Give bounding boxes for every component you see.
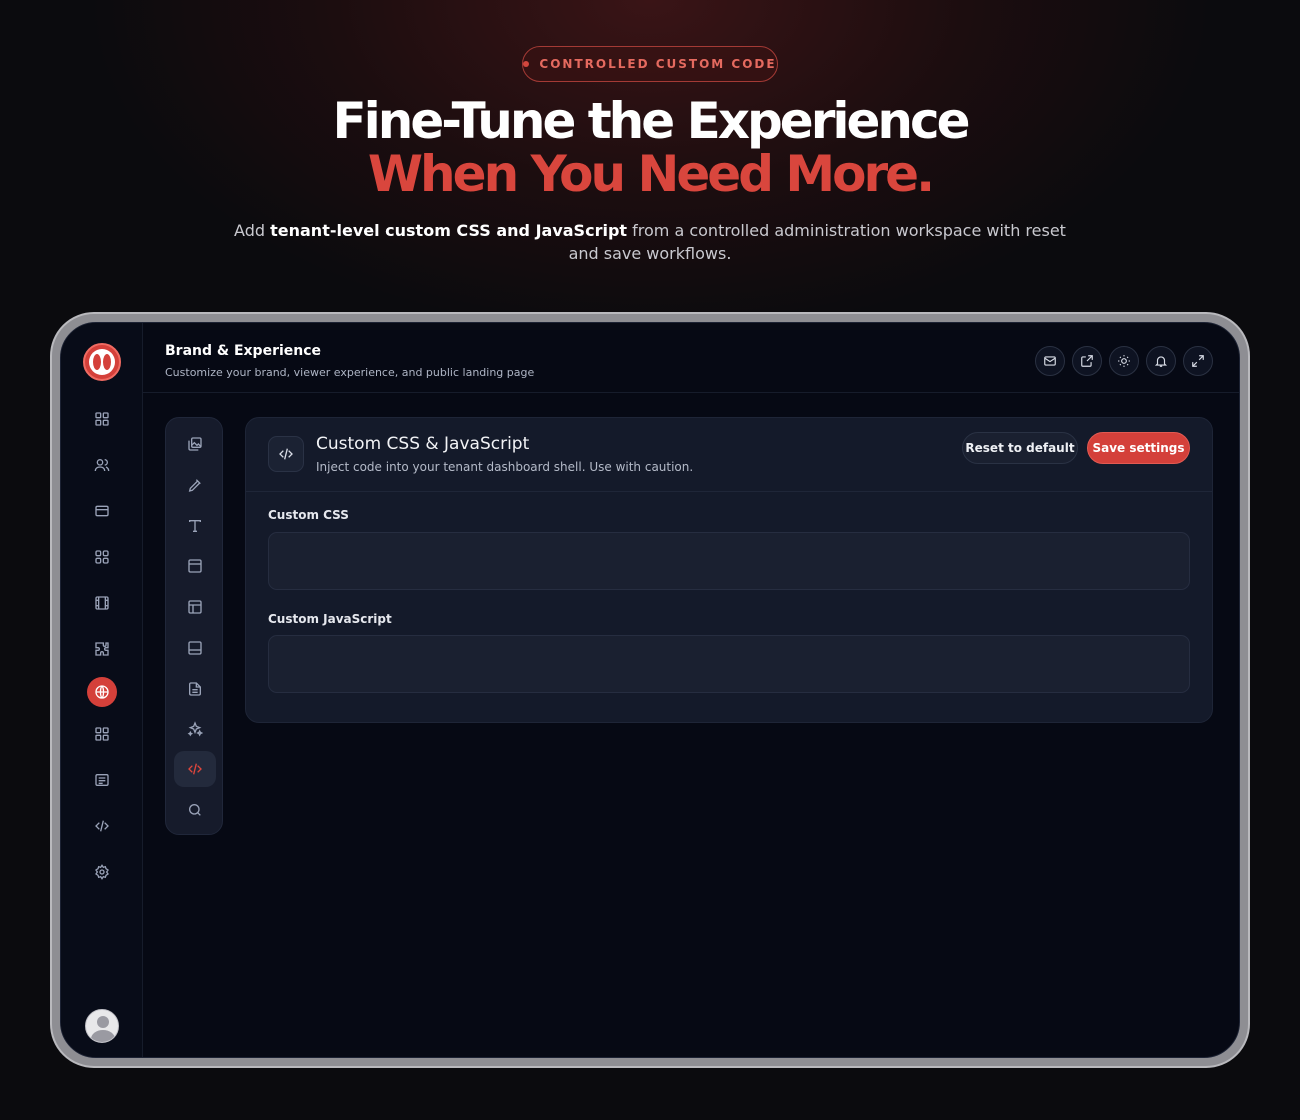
puzzle-icon[interactable] — [90, 637, 114, 661]
dashboard-icon[interactable] — [90, 407, 114, 431]
settings-subnav — [165, 417, 223, 835]
code-icon[interactable] — [174, 751, 216, 787]
reset-to-default-button[interactable]: Reset to default — [962, 432, 1078, 464]
expand-icon[interactable] — [1183, 346, 1213, 376]
hero-subtitle: Add tenant-level custom CSS and JavaScri… — [230, 219, 1070, 265]
images-icon[interactable] — [174, 426, 216, 462]
hero-title-line2: When You Need More. — [367, 145, 935, 203]
brand-logo[interactable] — [83, 343, 121, 381]
page-subtitle: Customize your brand, viewer experience,… — [165, 366, 535, 379]
panel-title: Custom CSS & JavaScript — [316, 434, 530, 454]
grid-icon[interactable] — [90, 722, 114, 746]
badge-label: CONTROLLED CUSTOM CODE — [539, 57, 777, 71]
page-title: Brand & Experience — [165, 343, 322, 359]
globe-icon[interactable] — [87, 677, 117, 707]
hero-title-line1: Fine-Tune the Experience — [332, 92, 970, 150]
card-icon[interactable] — [90, 499, 114, 523]
document-icon[interactable] — [174, 671, 216, 707]
footer-layout-icon[interactable] — [174, 630, 216, 666]
custom-css-field[interactable] — [268, 532, 1190, 590]
top-header: Brand & Experience Customize your brand,… — [143, 323, 1239, 393]
app-screen: Brand & Experience Customize your brand,… — [60, 322, 1240, 1058]
settings-icon[interactable] — [90, 860, 114, 884]
users-icon[interactable] — [90, 453, 114, 477]
save-settings-button[interactable]: Save settings — [1087, 432, 1190, 464]
header-layout-icon[interactable] — [174, 548, 216, 584]
type-icon[interactable] — [174, 508, 216, 544]
list-icon[interactable] — [90, 768, 114, 792]
main-sidebar — [61, 323, 143, 1057]
user-avatar[interactable] — [85, 1009, 119, 1043]
badge-dot — [523, 61, 530, 67]
eyedropper-icon[interactable] — [174, 467, 216, 503]
logo-mark — [89, 349, 115, 375]
sparkles-icon[interactable] — [174, 711, 216, 747]
sun-icon[interactable] — [1109, 346, 1139, 376]
custom-js-field[interactable] — [268, 635, 1190, 693]
custom-code-panel: Custom CSS & JavaScript Inject code into… — [245, 417, 1213, 723]
subtitle-post: from a controlled administration workspa… — [568, 221, 1066, 263]
sidebar-layout-icon[interactable] — [174, 589, 216, 625]
bell-icon[interactable] — [1146, 346, 1176, 376]
section-badge: CONTROLLED CUSTOM CODE — [522, 46, 778, 82]
search-icon[interactable] — [174, 792, 216, 828]
code-icon — [268, 436, 304, 472]
custom-js-label: Custom JavaScript — [268, 612, 392, 626]
subtitle-pre: Add — [234, 221, 271, 240]
subtitle-bold: tenant-level custom CSS and JavaScript — [270, 221, 628, 240]
apps-icon[interactable] — [90, 545, 114, 569]
panel-description: Inject code into your tenant dashboard s… — [316, 460, 694, 474]
mail-icon[interactable] — [1035, 346, 1065, 376]
panel-header: Custom CSS & JavaScript Inject code into… — [246, 418, 1212, 492]
custom-css-label: Custom CSS — [268, 508, 349, 522]
film-icon[interactable] — [90, 591, 114, 615]
external-link-icon[interactable] — [1072, 346, 1102, 376]
code-icon[interactable] — [90, 814, 114, 838]
device-frame: Brand & Experience Customize your brand,… — [50, 312, 1250, 1068]
